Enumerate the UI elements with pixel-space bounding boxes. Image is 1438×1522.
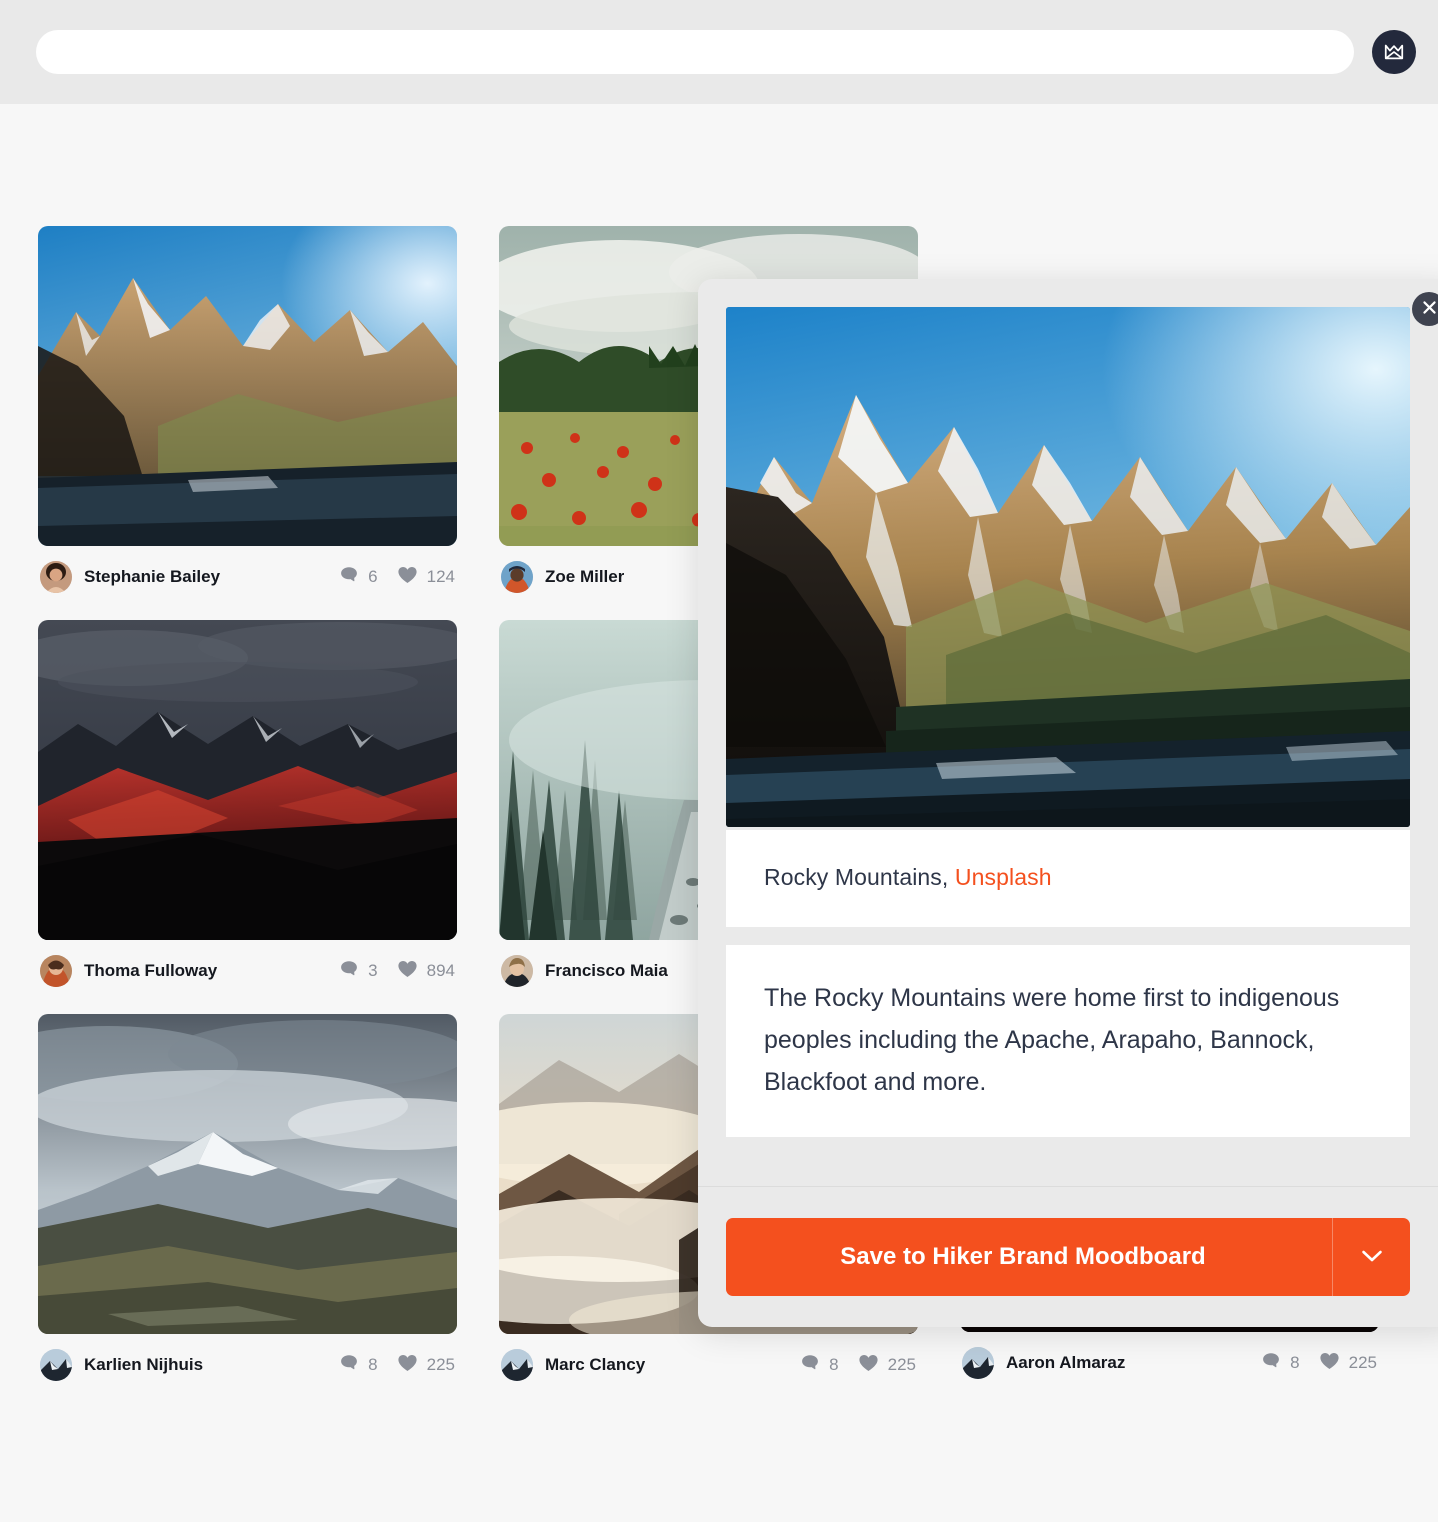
avatar xyxy=(40,561,72,593)
photo-source-link[interactable]: Unsplash xyxy=(955,864,1052,890)
modal-footer: Save to Hiker Brand Moodboard xyxy=(698,1187,1438,1327)
avatar xyxy=(501,561,533,593)
photo-author-name: Stephanie Bailey xyxy=(84,567,221,586)
page-canvas: Stephanie Bailey 6 124 Thoma Fulloway 3 … xyxy=(0,104,1438,1522)
photo-author-name: Aaron Almaraz xyxy=(1006,1353,1126,1372)
comment-bubble-icon xyxy=(339,959,359,984)
close-icon xyxy=(1422,300,1437,318)
avatar xyxy=(962,1347,994,1379)
photo-stats: 6 124 xyxy=(339,565,455,590)
photo-thumbnail-thoma-fulloway[interactable] xyxy=(38,620,457,940)
photo-card: Thoma Fulloway 3 894 xyxy=(38,620,457,996)
heart-icon xyxy=(1319,1351,1340,1376)
comment-count: 6 xyxy=(368,567,378,586)
like-stat[interactable]: 225 xyxy=(858,1353,916,1378)
photo-detail-modal: Rocky Mountains, Unsplash The Rocky Moun… xyxy=(698,279,1438,1327)
photo-card-meta: Aaron Almaraz 8 225 xyxy=(960,1338,1379,1388)
photo-card: Stephanie Bailey 6 124 xyxy=(38,226,457,602)
photo-thumbnail-stephanie-bailey[interactable] xyxy=(38,226,457,546)
like-count: 225 xyxy=(426,1355,455,1374)
like-count: 225 xyxy=(887,1355,916,1374)
photo-card-meta: Marc Clancy 8 225 xyxy=(499,1340,918,1390)
photo-card: Karlien Nijhuis 8 225 xyxy=(38,1014,457,1390)
modal-description-panel: The Rocky Mountains were home first to i… xyxy=(726,945,1410,1137)
like-count: 124 xyxy=(426,567,455,586)
save-button-group: Save to Hiker Brand Moodboard xyxy=(726,1218,1410,1296)
comment-count: 8 xyxy=(1290,1353,1300,1372)
photo-stats: 8 225 xyxy=(1261,1351,1377,1376)
chevron-down-icon xyxy=(1361,1249,1383,1266)
comment-stat[interactable]: 8 xyxy=(800,1353,839,1378)
photo-description: The Rocky Mountains were home first to i… xyxy=(764,984,1340,1096)
dusk-red-image xyxy=(38,620,457,940)
envelope-crown-logo-icon xyxy=(1383,41,1405,63)
comment-bubble-icon xyxy=(1261,1351,1281,1376)
comment-count: 8 xyxy=(829,1355,839,1374)
like-count: 225 xyxy=(1348,1353,1377,1372)
rocky-sunlit-image xyxy=(38,226,457,546)
like-stat[interactable]: 225 xyxy=(1319,1351,1377,1376)
comment-bubble-icon xyxy=(339,565,359,590)
modal-title-line: Rocky Mountains, Unsplash xyxy=(764,864,1372,891)
photo-author-name: Karlien Nijhuis xyxy=(84,1355,204,1374)
grid-column-1: Stephanie Bailey 6 124 Thoma Fulloway 3 … xyxy=(38,226,457,1390)
photo-title: Rocky Mountains, xyxy=(764,864,949,890)
top-bar xyxy=(0,0,1438,104)
cloudy-peak-image xyxy=(38,1014,457,1334)
heart-icon xyxy=(397,959,418,984)
comment-count: 3 xyxy=(368,961,378,980)
heart-icon xyxy=(858,1353,879,1378)
photo-card-meta: Stephanie Bailey 6 124 xyxy=(38,552,457,602)
close-modal-button[interactable] xyxy=(1412,292,1438,326)
modal-title-panel: Rocky Mountains, Unsplash xyxy=(726,830,1410,927)
comment-stat[interactable]: 6 xyxy=(339,565,378,590)
like-count: 894 xyxy=(426,961,455,980)
save-dropdown-button[interactable] xyxy=(1332,1218,1410,1296)
comment-stat[interactable]: 8 xyxy=(339,1353,378,1378)
photo-stats: 3 894 xyxy=(339,959,455,984)
comment-stat[interactable]: 3 xyxy=(339,959,378,984)
photo-author-name: Thoma Fulloway xyxy=(84,961,218,980)
modal-body: Rocky Mountains, Unsplash The Rocky Moun… xyxy=(698,279,1438,1137)
photo-author-name: Zoe Miller xyxy=(545,567,625,586)
photo-card-meta: Karlien Nijhuis 8 225 xyxy=(38,1340,457,1390)
brand-badge-button[interactable] xyxy=(1372,30,1416,74)
heart-icon xyxy=(397,565,418,590)
photo-author-name: Marc Clancy xyxy=(545,1355,646,1374)
comment-bubble-icon xyxy=(800,1353,820,1378)
photo-author-name: Francisco Maia xyxy=(545,961,668,980)
photo-stats: 8 225 xyxy=(339,1353,455,1378)
heart-icon xyxy=(397,1353,418,1378)
avatar xyxy=(40,955,72,987)
modal-hero-image-wrap xyxy=(726,307,1410,827)
like-stat[interactable]: 124 xyxy=(397,565,455,590)
save-to-moodboard-button[interactable]: Save to Hiker Brand Moodboard xyxy=(726,1218,1332,1296)
avatar xyxy=(501,955,533,987)
comment-bubble-icon xyxy=(339,1353,359,1378)
avatar xyxy=(501,1349,533,1381)
photo-stats: 8 225 xyxy=(800,1353,916,1378)
search-input[interactable] xyxy=(36,30,1354,74)
comment-count: 8 xyxy=(368,1355,378,1374)
rocky-mountains-hero-image xyxy=(726,307,1410,827)
photo-thumbnail-karlien-nijhuis[interactable] xyxy=(38,1014,457,1334)
like-stat[interactable]: 225 xyxy=(397,1353,455,1378)
comment-stat[interactable]: 8 xyxy=(1261,1351,1300,1376)
like-stat[interactable]: 894 xyxy=(397,959,455,984)
avatar xyxy=(40,1349,72,1381)
photo-card-meta: Thoma Fulloway 3 894 xyxy=(38,946,457,996)
